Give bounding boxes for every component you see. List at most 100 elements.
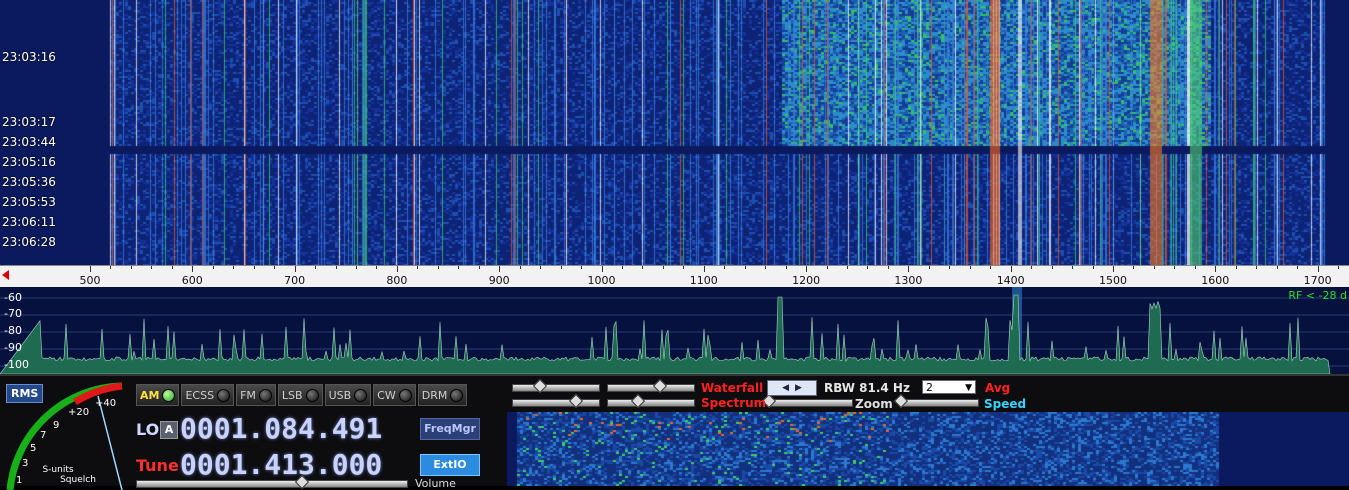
scale-tick: [806, 266, 808, 272]
zoom-waterfall[interactable]: [507, 412, 1349, 486]
lo-lock-button[interactable]: A: [160, 421, 178, 439]
mode-button-cw[interactable]: CW: [373, 384, 416, 406]
scale-minor-tick: [1276, 266, 1278, 269]
mode-label: AM: [140, 388, 160, 402]
slider-thumb[interactable]: [568, 393, 584, 409]
slider-thumb[interactable]: [893, 393, 909, 409]
scale-tick-label: 1200: [792, 274, 821, 287]
s-meter-scale-label: 1: [16, 475, 22, 486]
scale-tick-label: 1000: [587, 274, 616, 287]
scale-tick-label: 800: [386, 274, 408, 287]
waterfall-label: Waterfall: [701, 381, 764, 395]
scale-minor-tick: [417, 266, 419, 269]
scale-tick-label: 1700: [1303, 274, 1332, 287]
mode-led-icon: [450, 388, 464, 402]
scale-minor-tick: [1092, 266, 1094, 269]
mode-led-icon: [258, 388, 272, 402]
mode-button-usb[interactable]: USB: [324, 384, 372, 406]
scale-minor-tick: [212, 266, 214, 269]
s-meter-scale-label: +20: [68, 407, 89, 418]
spectrum-plot: [0, 287, 1349, 374]
timestamp-label: 23:06:28: [2, 235, 56, 249]
spectrum-display[interactable]: -60 -70 -80 -90 -100 RF < -28 d: [0, 287, 1349, 374]
slider-thumb[interactable]: [652, 378, 668, 394]
mode-button-am[interactable]: AM: [136, 384, 180, 406]
scale-tick: [294, 266, 296, 272]
waterfall-display[interactable]: 23:03:16 23:03:17 23:03:44 23:05:16 23:0…: [0, 0, 1349, 265]
extio-button[interactable]: ExtIO: [420, 454, 480, 476]
frequency-scale[interactable]: 500 600 700 800 900 1000 1100 1200 1300 1400 1500 1…: [0, 265, 1349, 288]
scale-minor-tick: [1235, 266, 1237, 269]
s-meter-scale-label: +40: [95, 398, 116, 409]
tune-frequency-display[interactable]: 0001.413.000: [180, 448, 382, 481]
scale-minor-tick: [1338, 266, 1340, 269]
scale-minor-tick: [335, 266, 337, 269]
spectrum-level-slider[interactable]: [607, 393, 695, 409]
scale-tick: [90, 266, 91, 272]
scale-tick: [1215, 266, 1217, 272]
scale-minor-tick: [458, 266, 460, 269]
scale-tick: [192, 266, 194, 272]
scale-minor-tick: [826, 266, 828, 269]
arrow-left-icon[interactable]: ◀: [782, 383, 789, 393]
scale-minor-tick: [683, 266, 685, 269]
avg-select[interactable]: 2 ▼: [922, 380, 976, 394]
scale-minor-tick: [437, 266, 439, 269]
scale-minor-tick: [1051, 266, 1053, 269]
scale-minor-tick: [233, 266, 235, 269]
db-label: -100: [4, 358, 29, 371]
scroll-left-arrow-icon[interactable]: [2, 270, 9, 280]
mode-led-icon: [217, 388, 231, 402]
mode-label: USB: [328, 388, 352, 402]
speed-label: Speed: [984, 397, 1027, 411]
slider-thumb[interactable]: [532, 378, 548, 394]
scale-minor-tick: [110, 266, 112, 269]
spectrum-label: Spectrum: [701, 396, 767, 410]
freqmgr-button[interactable]: FreqMgr: [420, 418, 480, 440]
spectrum-range-slider[interactable]: [512, 393, 600, 409]
zoom-slider[interactable]: [761, 393, 853, 409]
rms-button[interactable]: RMS: [6, 384, 44, 403]
scale-minor-tick: [151, 266, 153, 269]
mode-label: FM: [240, 388, 256, 402]
scale-minor-tick: [724, 266, 726, 269]
scale-minor-tick: [171, 266, 173, 269]
s-meter-scale-label: 9: [53, 420, 59, 431]
mode-button-fm[interactable]: FM: [236, 384, 276, 406]
mode-led-icon: [305, 388, 319, 402]
scale-minor-tick: [130, 266, 132, 269]
scale-minor-tick: [376, 266, 378, 269]
mode-button-ecss[interactable]: ECSS: [181, 384, 235, 406]
waterfall-range-slider[interactable]: [512, 378, 600, 394]
scale-tick-label: 1500: [1099, 274, 1127, 287]
speed-slider[interactable]: [893, 393, 979, 409]
zoom-waterfall-canvas[interactable]: [507, 412, 1349, 486]
spectrum-trace: [0, 294, 1331, 374]
arrow-right-icon[interactable]: ▶: [795, 383, 802, 393]
waterfall-level-slider[interactable]: [607, 378, 695, 394]
scale-minor-tick: [765, 266, 767, 269]
slider-thumb[interactable]: [630, 393, 646, 409]
mode-button-lsb[interactable]: LSB: [277, 384, 323, 406]
scale-minor-tick: [1031, 266, 1033, 269]
waterfall-canvas[interactable]: [0, 0, 1349, 265]
scale-minor-tick: [253, 266, 255, 269]
control-panel: +40 +20 9 7 5 3 1 S-units Squelch RMS AM…: [0, 374, 1349, 490]
volume-slider[interactable]: [136, 474, 408, 490]
scale-tick: [499, 266, 501, 272]
s-meter-scale-label: 5: [30, 443, 36, 454]
scale-minor-tick: [540, 266, 542, 269]
mode-led-icon: [162, 388, 176, 402]
scale-minor-tick: [1153, 266, 1155, 269]
db-label: -60: [4, 291, 22, 304]
rbw-stepper[interactable]: ◀ ▶: [767, 380, 817, 396]
scale-tick-label: 1100: [689, 274, 718, 287]
scale-tick: [908, 266, 910, 272]
scale-minor-tick: [581, 266, 583, 269]
scale-minor-tick: [887, 266, 889, 269]
lo-frequency-display[interactable]: 0001.084.491: [180, 412, 382, 445]
mode-button-drm[interactable]: DRM: [417, 384, 468, 406]
scale-tick-label: 1300: [894, 274, 923, 287]
db-label: -70: [4, 307, 22, 320]
scale-minor-tick: [274, 266, 276, 269]
